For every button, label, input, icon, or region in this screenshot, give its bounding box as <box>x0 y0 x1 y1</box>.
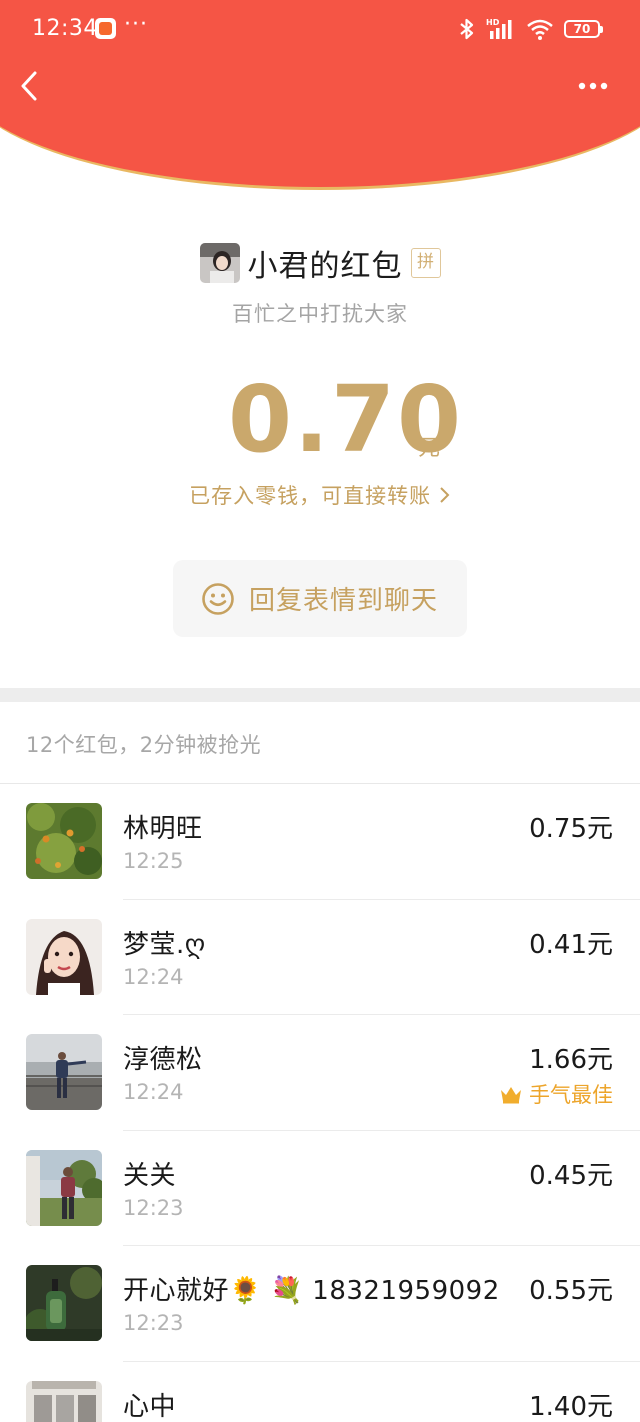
claim-list: 林明旺 12:25 0.75元 梦莹.ღ 12:24 0.41元 淳德松 12:… <box>0 784 640 1422</box>
claim-amount: 0.45元 <box>529 1160 613 1191</box>
smiley-icon <box>202 582 234 615</box>
wifi-icon <box>527 19 553 40</box>
reply-sticker-button[interactable]: 回复表情到聊天 <box>173 560 467 637</box>
claim-time: 12:23 <box>123 1195 184 1220</box>
claim-time: 12:24 <box>123 964 184 989</box>
crown-icon <box>501 1087 521 1104</box>
claimer-name: 林明旺 <box>123 814 203 844</box>
sender-name: 小君的红包 <box>247 249 403 284</box>
claim-amount: 0.41元 <box>529 929 613 960</box>
list-item[interactable]: 关关 12:23 0.45元 <box>0 1131 640 1246</box>
claim-amount: 0.55元 <box>529 1276 613 1306</box>
sender-avatar[interactable] <box>199 243 240 283</box>
claimer-name: 梦莹.ღ <box>123 929 206 960</box>
more-notifications-icon: ··· <box>124 12 148 37</box>
list-item[interactable]: 林明旺 12:25 0.75元 <box>0 784 640 900</box>
list-item[interactable]: 心中 1.40元 <box>0 1362 640 1422</box>
avatar[interactable] <box>26 1149 102 1226</box>
best-luck-badge: 手气最佳 <box>499 1079 613 1109</box>
avatar[interactable] <box>26 1380 102 1422</box>
claim-amount: 1.40元 <box>529 1391 613 1422</box>
received-amount: 0.70 元 <box>0 366 640 476</box>
packet-summary: 12个红包，2分钟被抢光 <box>26 733 262 757</box>
avatar[interactable] <box>26 1265 102 1341</box>
claim-amount: 0.75元 <box>529 814 613 844</box>
more-dots-icon <box>578 82 608 90</box>
claimer-name: 开心就好🌻 💐 18321959092 <box>123 1276 500 1306</box>
battery-icon: 70 <box>564 20 603 38</box>
svg-text:HD: HD <box>486 18 500 27</box>
status-bar: 12:34 ··· HD 70 <box>0 0 640 58</box>
change-wallet-link-label: 已存入零钱，可直接转账 <box>189 484 432 508</box>
list-item[interactable]: 开心就好🌻 💐 18321959092 12:23 0.55元 <box>0 1246 640 1362</box>
more-options-button[interactable] <box>576 74 616 98</box>
change-wallet-link[interactable]: 已存入零钱，可直接转账 <box>0 480 640 510</box>
claimer-name: 淳德松 <box>123 1045 203 1075</box>
claim-amount: 1.66元 <box>529 1045 613 1075</box>
status-time: 12:34 <box>32 16 98 41</box>
amount-unit: 元 <box>418 436 441 461</box>
status-icons: HD 70 <box>458 16 603 42</box>
best-luck-label: 手气最佳 <box>529 1083 613 1107</box>
avatar[interactable] <box>26 1034 102 1110</box>
avatar[interactable] <box>26 803 102 879</box>
chevron-left-icon <box>21 71 37 101</box>
avatar[interactable] <box>26 918 102 995</box>
list-item[interactable]: 梦莹.ღ 12:24 0.41元 <box>0 900 640 1015</box>
reply-sticker-label: 回复表情到聊天 <box>249 586 439 616</box>
signal-icon: HD <box>486 18 512 39</box>
group-packet-badge: 拼 <box>410 248 441 278</box>
claim-time: 12:23 <box>123 1311 184 1335</box>
section-divider <box>0 688 640 702</box>
claim-time: 12:24 <box>123 1080 184 1104</box>
back-button[interactable] <box>14 64 54 108</box>
red-packet-detail-page: 12:34 ··· HD 70 小君的红包 拼 百忙之中打扰大家 0.70 元 … <box>0 0 640 1422</box>
bluetooth-icon <box>460 18 474 40</box>
chevron-right-icon <box>440 487 450 503</box>
sender-info: 小君的红包 拼 <box>0 242 640 284</box>
claimer-name: 心中 <box>123 1391 177 1422</box>
claimer-name: 关关 <box>123 1160 177 1191</box>
packet-greeting: 百忙之中打扰大家 <box>232 302 408 326</box>
list-item[interactable]: 淳德松 12:24 1.66元 手气最佳 <box>0 1015 640 1131</box>
app-notification-icon <box>95 18 116 39</box>
claim-time: 12:25 <box>123 849 184 873</box>
